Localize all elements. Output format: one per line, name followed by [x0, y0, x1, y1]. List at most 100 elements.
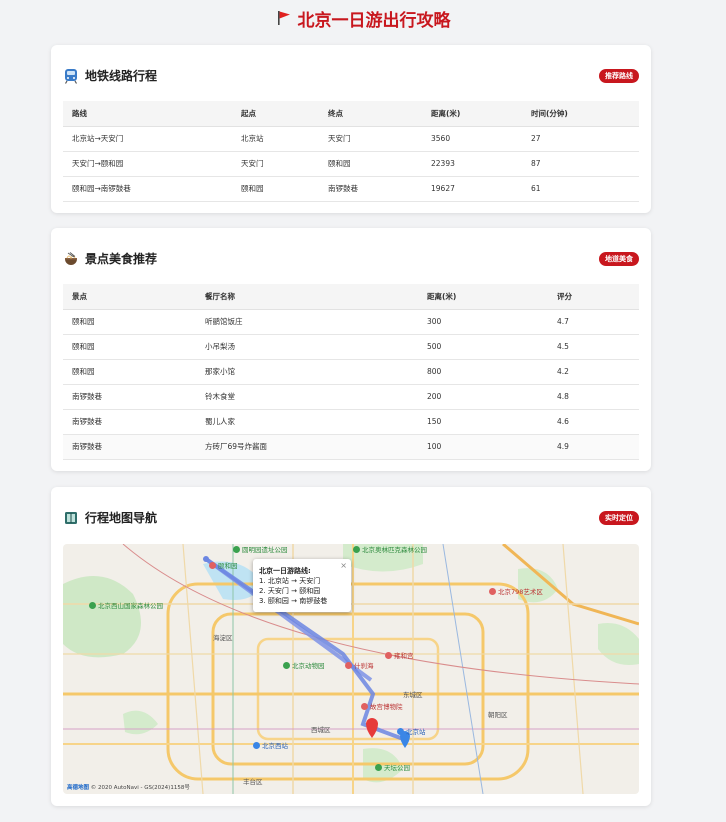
popup-line: 2. 天安门 → 颐和园: [259, 587, 321, 595]
table-cell: 小吊梨汤: [196, 334, 418, 360]
station-pin-icon: [397, 728, 404, 735]
poi-yonghegong: 雍和宫: [385, 650, 414, 660]
table-cell: 3560: [422, 126, 522, 152]
table-cell: 颐和园: [63, 309, 196, 335]
page-title-text: 北京一日游出行攻略: [297, 11, 451, 31]
popup-close-button[interactable]: ×: [340, 561, 347, 571]
map-badge: 实时定位: [599, 511, 639, 525]
table-cell: 南锣鼓巷: [319, 176, 422, 202]
food-card: 景点美食推荐 地道美食 景点 餐厅名称 距离(米) 评分 颐和园 听鹂馆饭庄 3…: [51, 228, 651, 471]
poi-beijingzhan: 北京站: [397, 726, 426, 736]
table-cell: 4.9: [548, 434, 639, 460]
table-cell: 颐和园: [319, 151, 422, 177]
metro-badge: 推荐路线: [599, 69, 639, 83]
map-book-icon: [63, 510, 79, 526]
map-card-header: 行程地图导航 实时定位: [63, 509, 639, 527]
table-cell: 南锣鼓巷: [63, 409, 196, 435]
park-pin-icon: [375, 764, 382, 771]
attraction-pin-icon: [209, 562, 216, 569]
park-pin-icon: [89, 602, 96, 609]
district-chaoyang: 朝阳区: [488, 711, 508, 719]
table-cell: 铃木食堂: [196, 384, 418, 410]
poi-gugong: 故宫博物院: [361, 701, 403, 711]
park-pin-icon: [283, 662, 290, 669]
food-badge: 地道美食: [599, 252, 639, 266]
table-cell: 那家小馆: [196, 359, 418, 385]
table-row: 天安门→颐和园 天安门 颐和园 22393 87: [63, 151, 639, 177]
column-header: 终点: [319, 101, 422, 127]
metro-card-header: 地铁线路行程 推荐路线: [63, 67, 639, 85]
metro-train-icon: [63, 68, 79, 84]
table-row: 南锣鼓巷 蜀儿人家 150 4.6: [63, 409, 639, 435]
table-row: 颐和园 听鹂馆饭庄 300 4.7: [63, 309, 639, 335]
table-cell: 天安门: [319, 126, 422, 152]
column-header: 评分: [548, 284, 639, 310]
popup-line: 1. 北京站 → 天安门: [259, 577, 321, 585]
food-table-header: 景点 餐厅名称 距离(米) 评分: [63, 284, 639, 310]
column-header: 距离(米): [418, 284, 548, 310]
column-header: 时间(分钟): [522, 101, 639, 127]
table-cell: 300: [418, 309, 548, 335]
district-dongcheng: 东城区: [403, 691, 423, 699]
table-cell: 南锣鼓巷: [63, 434, 196, 460]
park-pin-icon: [353, 546, 360, 553]
table-cell: 19627: [422, 176, 522, 202]
poi-yuanmingyuan: 圆明园遗址公园: [233, 544, 288, 554]
noodle-bowl-icon: [63, 251, 79, 267]
poi-xishan: 北京西山国家森林公园: [89, 600, 163, 610]
table-cell: 颐和园: [232, 176, 319, 202]
copyright-text: © 2020 AutoNavi - GS(2024)1158号: [90, 785, 190, 791]
metro-table-header: 路线 起点 终点 距离(米) 时间(分钟): [63, 101, 639, 127]
table-cell: 4.7: [548, 309, 639, 335]
table-cell: 天安门: [232, 151, 319, 177]
table-row: 颐和园→南锣鼓巷 颐和园 南锣鼓巷 19627 61: [63, 176, 639, 202]
table-cell: 27: [522, 126, 639, 152]
table-row: 北京站→天安门 北京站 天安门 3560 27: [63, 126, 639, 152]
table-cell: 87: [522, 151, 639, 177]
attraction-pin-icon: [345, 662, 352, 669]
popup-line: 3. 颐和园 → 南锣鼓巷: [259, 597, 328, 605]
table-cell: 4.6: [548, 409, 639, 435]
flag-icon: [276, 8, 292, 34]
route-map[interactable]: 圆明园遗址公园 颐和园 北京西山国家森林公园 北京奥林匹克森林公园 北京动物园 …: [63, 544, 639, 794]
table-cell: 4.2: [548, 359, 639, 385]
table-cell: 颐和园→南锣鼓巷: [63, 176, 232, 202]
poi-zoo: 北京动物园: [283, 660, 325, 670]
table-cell: 100: [418, 434, 548, 460]
table-cell: 天安门→颐和园: [63, 151, 232, 177]
district-haidian: 海淀区: [213, 634, 233, 642]
poi-tiantan: 天坛公园: [375, 762, 410, 772]
table-cell: 北京站: [232, 126, 319, 152]
attraction-pin-icon: [489, 588, 496, 595]
attraction-pin-icon: [361, 703, 368, 710]
metro-card: 地铁线路行程 推荐路线 路线 起点 终点 距离(米) 时间(分钟) 北京站→天安…: [51, 45, 651, 213]
station-pin-icon: [253, 742, 260, 749]
map-card-title: 行程地图导航: [85, 511, 158, 525]
column-header: 距离(米): [422, 101, 522, 127]
table-cell: 颐和园: [63, 359, 196, 385]
table-cell: 22393: [422, 151, 522, 177]
food-card-header: 景点美食推荐 地道美食: [63, 250, 639, 268]
route-info-popup: × 北京一日游路线: 1. 北京站 → 天安门 2. 天安门 → 颐和园 3. …: [253, 559, 351, 612]
table-cell: 北京站→天安门: [63, 126, 232, 152]
table-cell: 方砖厂69号炸酱面: [196, 434, 418, 460]
popup-title: 北京一日游路线:: [259, 567, 311, 575]
table-row: 南锣鼓巷 铃木食堂 200 4.8: [63, 384, 639, 410]
table-cell: 南锣鼓巷: [63, 384, 196, 410]
column-header: 餐厅名称: [196, 284, 418, 310]
page-title: 北京一日游出行攻略: [0, 8, 726, 34]
metro-card-title: 地铁线路行程: [85, 69, 158, 83]
park-pin-icon: [233, 546, 240, 553]
map-copyright: 高德地图 © 2020 AutoNavi - GS(2024)1158号: [67, 783, 190, 791]
poi-beijingxizhan: 北京西站: [253, 740, 288, 750]
table-cell: 颐和园: [63, 334, 196, 360]
table-cell: 500: [418, 334, 548, 360]
table-cell: 61: [522, 176, 639, 202]
table-row: 颐和园 小吊梨汤 500 4.5: [63, 334, 639, 360]
table-cell: 150: [418, 409, 548, 435]
district-fengtai: 丰台区: [243, 778, 263, 786]
metro-table: 路线 起点 终点 距离(米) 时间(分钟) 北京站→天安门 北京站 天安门 35…: [63, 101, 639, 202]
attraction-pin-icon: [385, 652, 392, 659]
table-row: 南锣鼓巷 方砖厂69号炸酱面 100 4.9: [63, 434, 639, 460]
column-header: 景点: [63, 284, 196, 310]
